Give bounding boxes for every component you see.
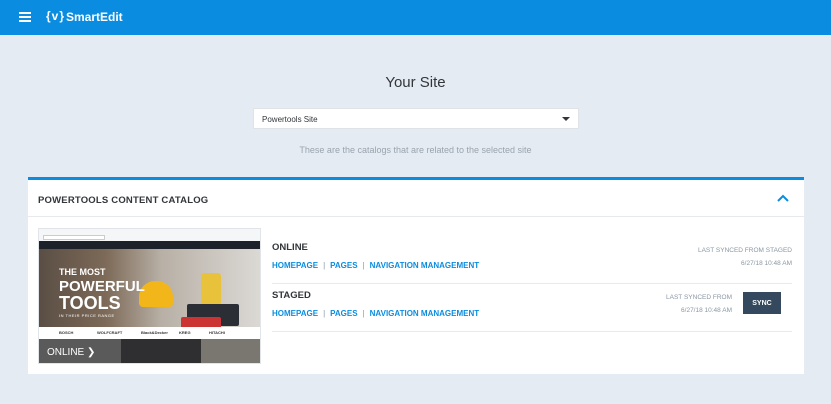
- chevron-up-icon[interactable]: [776, 192, 790, 204]
- thumbnail-brands: BOSCH WOLFCRAFT Black&Decker KREG HITACH…: [39, 327, 260, 338]
- navigation-management-link[interactable]: NAVIGATION MANAGEMENT: [370, 261, 479, 270]
- brand-logo: WOLFCRAFT: [97, 330, 123, 335]
- version-links: HOMEPAGE | PAGES | NAVIGATION MANAGEMENT: [272, 309, 480, 318]
- hero-line: TOOLS: [59, 293, 121, 313]
- drill-image: [201, 273, 221, 305]
- thumbnail-tile: [121, 339, 201, 363]
- caret-down-icon: [562, 117, 570, 121]
- last-synced-label: LAST SYNCED FROM: [666, 294, 732, 301]
- thumbnail-footer: ONLINE ❯: [39, 339, 260, 363]
- thumbnail-nav: [39, 241, 260, 249]
- helper-text: These are the catalogs that are related …: [299, 145, 532, 155]
- catalog-title: POWERTOOLS CONTENT CATALOG: [38, 195, 209, 206]
- catalog-version-staged: STAGED HOMEPAGE | PAGES | NAVIGATION MANAGEM…: [272, 285, 792, 332]
- page-title: Your Site: [385, 74, 446, 91]
- top-bar: {v} SmartEdit: [0, 0, 831, 35]
- navigation-management-link[interactable]: NAVIGATION MANAGEMENT: [370, 309, 479, 318]
- catalog-header[interactable]: POWERTOOLS CONTENT CATALOG: [28, 180, 804, 217]
- pages-link[interactable]: PAGES: [330, 309, 357, 318]
- version-name: ONLINE: [272, 242, 308, 253]
- homepage-link[interactable]: HOMEPAGE: [272, 261, 318, 270]
- catalog-card: POWERTOOLS CONTENT CATALOG THE MOST POWE…: [28, 177, 804, 374]
- version-links: HOMEPAGE | PAGES | NAVIGATION MANAGEMENT: [272, 261, 480, 270]
- site-select[interactable]: Powertools Site: [253, 108, 579, 129]
- brand-logo: HITACHI: [209, 330, 225, 335]
- sync-button[interactable]: SYNC: [743, 292, 781, 314]
- thumbnail-hero: THE MOST POWERFUL TOOLS IN THEIR PRICE R…: [39, 249, 260, 331]
- brand-logo: BOSCH: [59, 330, 74, 335]
- thumbnail-search: [43, 235, 105, 240]
- hero-tagline: IN THEIR PRICE RANGE: [59, 313, 115, 318]
- smartedit-logo-icon: {v}: [46, 9, 66, 23]
- homepage-link[interactable]: HOMEPAGE: [272, 309, 318, 318]
- site-select-value: Powertools Site: [262, 115, 318, 124]
- version-name: STAGED: [272, 290, 311, 301]
- catalog-version-online: ONLINE HOMEPAGE | PAGES | NAVIGATION MANAGEM…: [272, 237, 792, 284]
- thumbnail-header: [39, 229, 260, 241]
- catalog-thumbnail[interactable]: THE MOST POWERFUL TOOLS IN THEIR PRICE R…: [38, 228, 261, 364]
- brand-logo: Black&Decker: [141, 330, 168, 335]
- thumbnail-online-label: ONLINE ❯: [47, 347, 96, 358]
- last-synced-date: 6/27/18 10:48 AM: [681, 307, 732, 314]
- last-synced-date: 6/27/18 10:48 AM: [741, 260, 792, 267]
- last-synced-label: LAST SYNCED FROM STAGED: [697, 247, 792, 254]
- app-title: SmartEdit: [66, 10, 123, 24]
- hamburger-icon[interactable]: [19, 12, 31, 22]
- hero-line: THE MOST: [59, 267, 106, 277]
- pages-link[interactable]: PAGES: [330, 261, 357, 270]
- brand-logo: KREG: [179, 330, 191, 335]
- thumbnail-tile: [201, 339, 260, 363]
